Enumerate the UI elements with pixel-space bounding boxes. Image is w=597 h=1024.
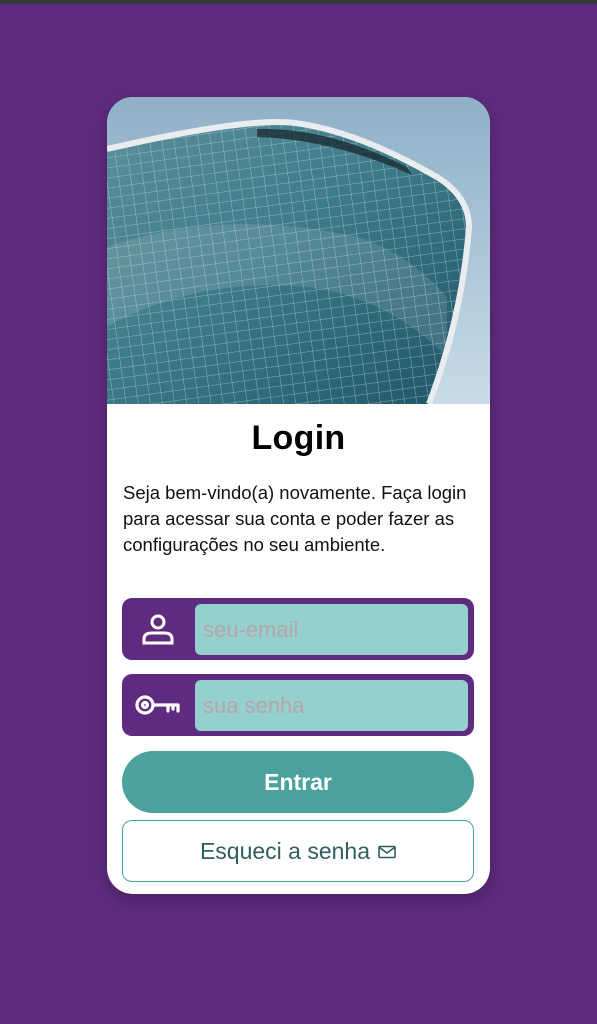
mail-icon xyxy=(378,838,396,865)
page-title: Login xyxy=(251,419,346,457)
login-card: Login Seja bem-vindo(a) novamente. Faça … xyxy=(107,97,490,894)
forgot-password-button[interactable]: Esqueci a senha xyxy=(122,820,474,882)
user-icon xyxy=(134,609,182,649)
hero-image xyxy=(107,97,490,404)
login-description: Seja bem-vindo(a) novamente. Faça login … xyxy=(123,482,467,555)
key-icon xyxy=(134,685,182,725)
login-button[interactable]: Entrar xyxy=(122,751,474,813)
forgot-password-label: Esqueci a senha xyxy=(199,837,371,864)
email-field-group xyxy=(122,598,474,660)
password-field-group xyxy=(122,674,474,736)
password-input[interactable] xyxy=(195,680,468,731)
email-input[interactable] xyxy=(195,604,468,655)
